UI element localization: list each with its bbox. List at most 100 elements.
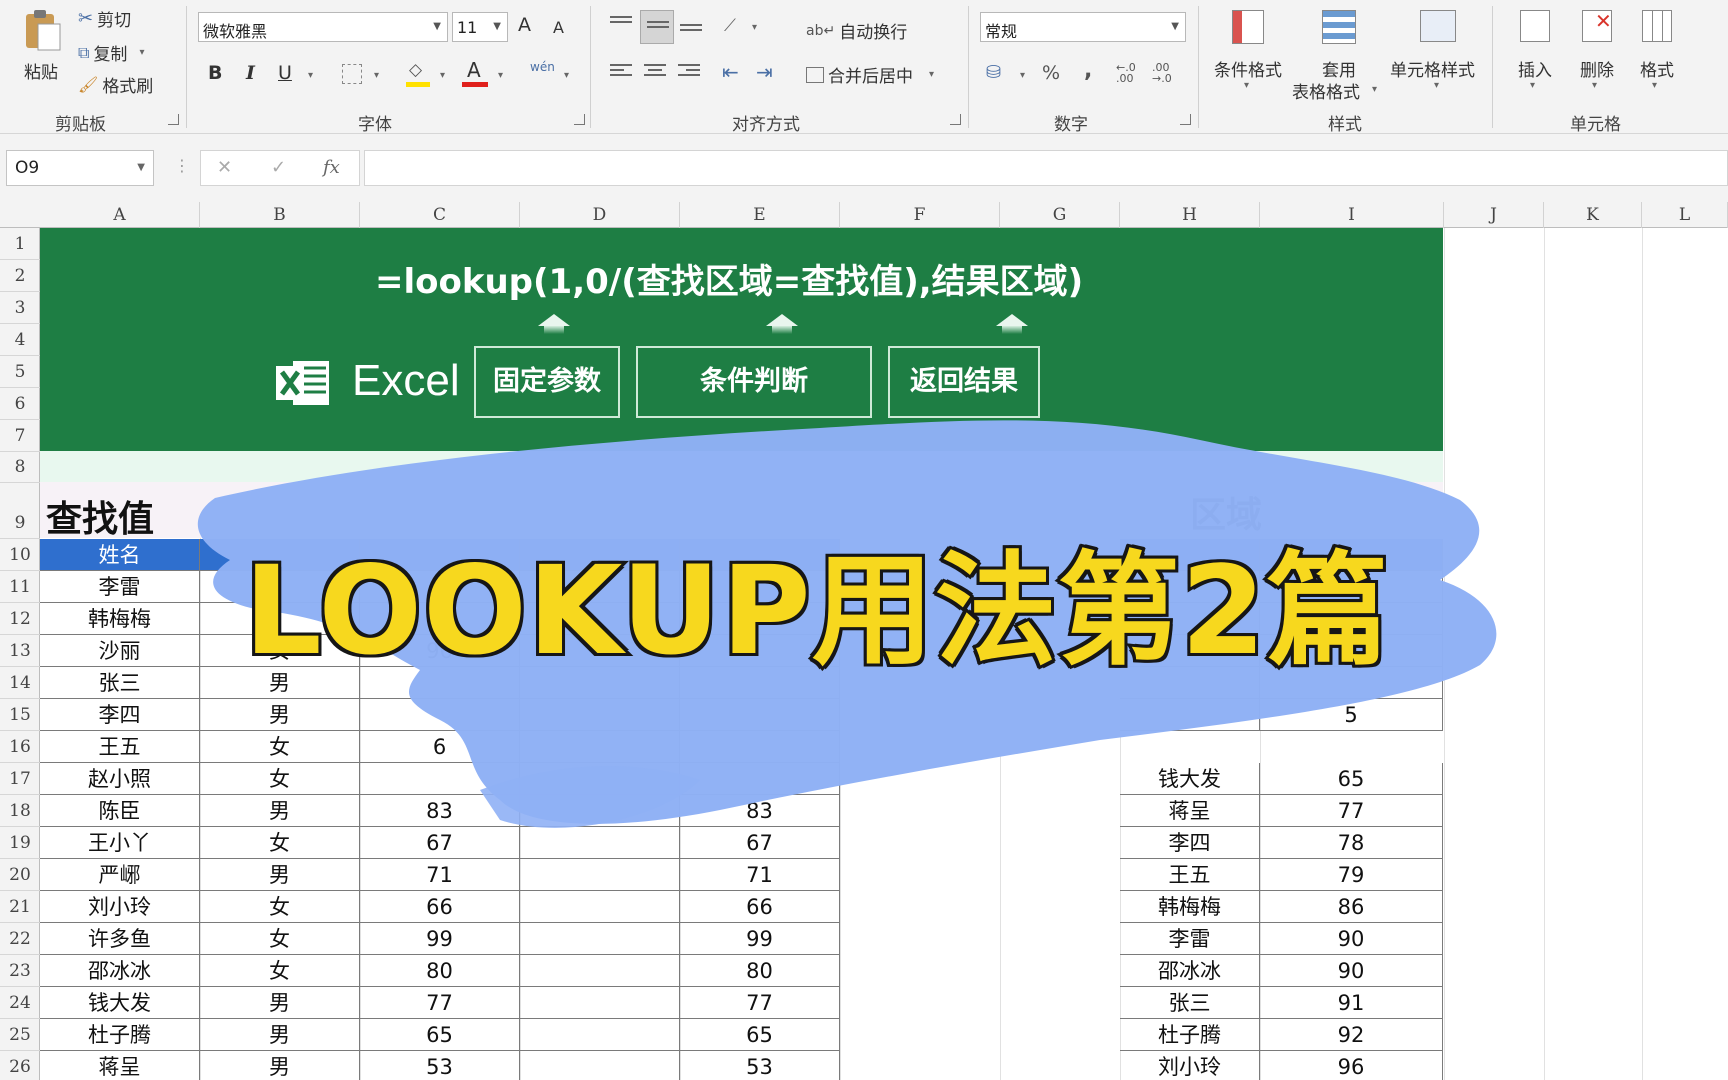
name-cell[interactable]: 王五 — [40, 731, 200, 763]
chevron-down-icon[interactable]: ▾ — [1020, 70, 1025, 81]
result-cell[interactable]: 83 — [680, 795, 840, 827]
row-header-9[interactable]: 9 — [0, 483, 40, 539]
range-name-cell[interactable]: 李雷 — [1120, 923, 1260, 955]
increase-indent-icon[interactable]: ⇥ — [756, 60, 773, 84]
name-cell[interactable]: 杜子腾 — [40, 1019, 200, 1051]
result-cell[interactable]: 99 — [680, 923, 840, 955]
range-score-cell[interactable]: 90 — [1260, 923, 1443, 955]
italic-button[interactable]: I — [246, 62, 255, 84]
score-cell[interactable]: 80 — [360, 955, 520, 987]
result-cell[interactable]: 71 — [680, 859, 840, 891]
font-color-button[interactable]: A — [462, 58, 488, 88]
chevron-down-icon[interactable]: ▾ — [308, 70, 313, 81]
row-header-18[interactable]: 18 — [0, 795, 40, 827]
empty-cell[interactable] — [520, 731, 680, 763]
score-cell[interactable]: 71 — [360, 859, 520, 891]
row-header-20[interactable]: 20 — [0, 859, 40, 891]
range-score-cell[interactable]: 92 — [1260, 1019, 1443, 1051]
column-header-i[interactable]: I — [1260, 202, 1444, 228]
increase-decimal-button[interactable]: ←.0 .00 — [1116, 62, 1146, 84]
comma-button[interactable]: , — [1084, 58, 1092, 83]
chevron-down-icon[interactable]: ▾ — [564, 70, 569, 81]
empty-cell[interactable] — [520, 923, 680, 955]
delete-cells-button[interactable]: ✕ 删除 ▾ — [1570, 6, 1626, 98]
gender-cell[interactable]: 女 — [200, 923, 360, 955]
empty-cell[interactable] — [520, 1019, 680, 1051]
number-launcher-icon[interactable] — [1180, 114, 1191, 125]
range-name-cell[interactable]: 邵冰冰 — [1120, 955, 1260, 987]
column-header-b[interactable]: B — [200, 202, 360, 228]
name-box[interactable]: O9 ▼ — [6, 150, 154, 186]
score-cell[interactable]: 99 — [360, 923, 520, 955]
paste-button[interactable]: 粘贴 — [18, 8, 66, 88]
align-center-icon[interactable] — [644, 64, 666, 82]
result-cell[interactable]: 67 — [680, 827, 840, 859]
range-name-cell[interactable]: 杜子腾 — [1120, 1019, 1260, 1051]
column-header-h[interactable]: H — [1120, 202, 1260, 228]
insert-cells-button[interactable]: 插入 ▾ — [1508, 6, 1564, 98]
name-cell[interactable]: 韩梅梅 — [40, 603, 200, 635]
range-score-cell[interactable]: 78 — [1260, 827, 1443, 859]
name-cell[interactable]: 沙丽 — [40, 635, 200, 667]
range-score-cell[interactable]: 96 — [1260, 1051, 1443, 1080]
row-header-6[interactable]: 6 — [0, 388, 40, 420]
range-name-cell[interactable]: 王五 — [1120, 859, 1260, 891]
gender-cell[interactable]: 女 — [200, 827, 360, 859]
score-cell[interactable]: 67 — [360, 827, 520, 859]
chevron-down-icon[interactable]: ▾ — [139, 47, 144, 58]
column-header-g[interactable]: G — [1000, 202, 1120, 228]
row-header-16[interactable]: 16 — [0, 731, 40, 763]
row-header-11[interactable]: 11 — [0, 571, 40, 603]
empty-cell[interactable] — [520, 795, 680, 827]
chevron-down-icon[interactable]: ▾ — [498, 70, 503, 81]
range-score-cell[interactable]: 86 — [1260, 891, 1443, 923]
chevron-down-icon[interactable]: ▾ — [440, 70, 445, 81]
fill-color-icon[interactable]: ◇ — [406, 60, 430, 88]
formula-input[interactable] — [364, 150, 1728, 186]
text-orientation-icon[interactable]: ⟋ — [724, 16, 736, 36]
range-score-cell[interactable]: 77 — [1260, 795, 1443, 827]
name-cell[interactable]: 李雷 — [40, 571, 200, 603]
font-launcher-icon[interactable] — [574, 114, 585, 125]
header-cell-name[interactable]: 姓名 — [40, 539, 200, 571]
result-cell[interactable]: 80 — [680, 955, 840, 987]
score-cell[interactable]: 65 — [360, 1019, 520, 1051]
row-header-12[interactable]: 12 — [0, 603, 40, 635]
column-header-d[interactable]: D — [520, 202, 680, 228]
empty-cell[interactable] — [520, 699, 680, 731]
name-cell[interactable]: 赵小照 — [40, 763, 200, 795]
name-cell[interactable]: 张三 — [40, 667, 200, 699]
gender-cell[interactable]: 女 — [200, 763, 360, 795]
format-cells-button[interactable]: 格式 ▾ — [1630, 6, 1686, 98]
name-cell[interactable]: 蒋呈 — [40, 1051, 200, 1080]
enter-icon[interactable]: ✓ — [271, 157, 286, 178]
formula-bar-splitter-icon[interactable]: ⋮ — [174, 156, 190, 175]
range-score-cell[interactable]: 5 — [1260, 699, 1443, 731]
gender-cell[interactable]: 男 — [200, 699, 360, 731]
name-cell[interactable]: 王小丫 — [40, 827, 200, 859]
gender-cell[interactable]: 女 — [200, 891, 360, 923]
column-header-l[interactable]: L — [1642, 202, 1728, 228]
score-cell[interactable]: 53 — [360, 1051, 520, 1080]
row-header-14[interactable]: 14 — [0, 667, 40, 699]
gender-cell[interactable]: 男 — [200, 859, 360, 891]
gender-cell[interactable]: 男 — [200, 987, 360, 1019]
currency-icon[interactable]: ⛁ — [986, 62, 1001, 83]
insert-function-icon[interactable]: fx — [323, 157, 340, 178]
decrease-indent-icon[interactable]: ⇤ — [722, 60, 739, 84]
cancel-icon[interactable]: ✕ — [217, 157, 232, 178]
row-header-25[interactable]: 25 — [0, 1019, 40, 1051]
score-cell[interactable] — [360, 699, 520, 731]
empty-cell[interactable] — [520, 955, 680, 987]
name-cell[interactable]: 邵冰冰 — [40, 955, 200, 987]
result-cell[interactable] — [680, 731, 840, 763]
cell-styles-button[interactable]: 单元格样式 ▾ — [1386, 6, 1486, 98]
range-name-cell[interactable]: 李四 — [1120, 827, 1260, 859]
row-header-23[interactable]: 23 — [0, 955, 40, 987]
shrink-font-button[interactable]: A — [553, 18, 564, 37]
score-cell[interactable]: 66 — [360, 891, 520, 923]
row-header-2[interactable]: 2 — [0, 260, 40, 292]
align-middle-button[interactable] — [640, 10, 674, 44]
percent-button[interactable]: % — [1042, 62, 1060, 84]
column-header-f[interactable]: F — [840, 202, 1000, 228]
